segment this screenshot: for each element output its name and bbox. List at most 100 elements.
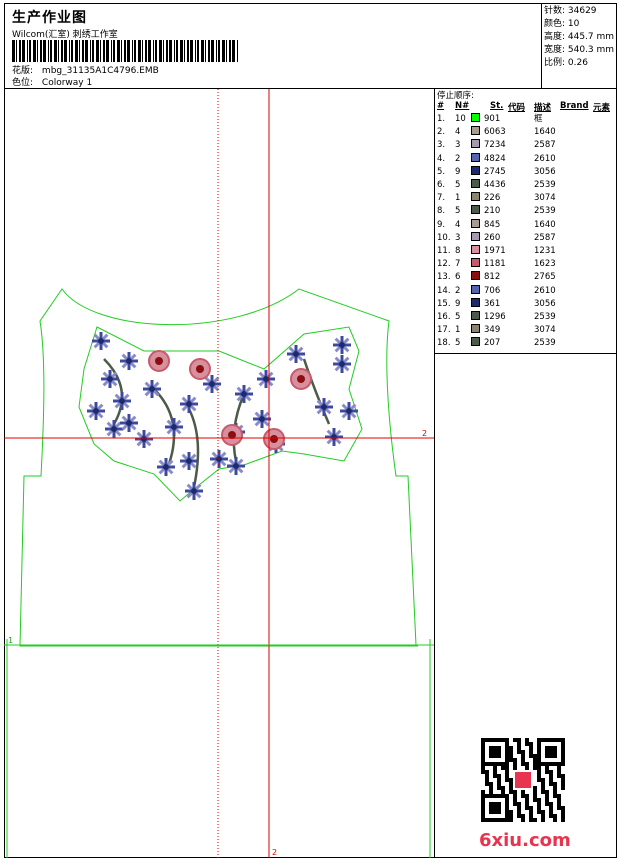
- embroidery-flower: [259, 416, 265, 422]
- table-row: 18. 5 207 2539: [435, 337, 617, 350]
- barcode-bar: [50, 40, 52, 62]
- row-index: 3.: [437, 140, 446, 151]
- color-swatch: [471, 152, 480, 162]
- row-desc: 2587: [534, 232, 556, 243]
- marker-right: 2: [422, 429, 427, 438]
- row-code: 210: [484, 206, 501, 217]
- row-code: 706: [484, 285, 501, 296]
- barcode-bar: [201, 40, 204, 62]
- table-row: 6. 5 4436 2539: [435, 179, 617, 192]
- barcode-bar: [148, 40, 151, 62]
- table-row: 16. 5 1296 2539: [435, 311, 617, 324]
- barcode-bar: [190, 40, 193, 62]
- barcode-bar: [124, 40, 126, 62]
- row-needle: 5: [455, 338, 461, 349]
- barcode-bar: [103, 40, 105, 62]
- row-needle: 6: [455, 272, 461, 283]
- barcode-bar: [58, 40, 59, 62]
- row-index: 8.: [437, 206, 446, 217]
- color-swatch: [471, 284, 480, 294]
- row-code: 2745: [484, 166, 506, 177]
- color-swatch: [471, 192, 480, 202]
- barcode-bar: [40, 40, 42, 62]
- row-desc: 1623: [534, 259, 556, 270]
- row-code: 1971: [484, 246, 506, 256]
- barcode-bar: [27, 40, 28, 62]
- table-row: 7. 1 226 3074: [435, 192, 617, 205]
- barcode-bar: [134, 40, 136, 62]
- embroidery-flower: [141, 436, 147, 442]
- row-needle: 1: [455, 193, 461, 204]
- barcode: [12, 40, 238, 62]
- row-needle: 4: [455, 219, 461, 230]
- barcode-bar: [22, 40, 25, 62]
- row-index: 1.: [437, 114, 446, 124]
- embroidery-flower: [111, 426, 117, 432]
- color-swatch: [471, 126, 480, 136]
- barcode-bar: [145, 40, 147, 62]
- barcode-bar: [79, 40, 80, 62]
- barcode-bar: [127, 40, 130, 62]
- design-width: 宽度: 540.3 mm: [544, 45, 615, 55]
- colorway-row: 色位: Colorway 1: [12, 75, 92, 88]
- barcode-bar: [226, 40, 227, 62]
- row-desc: 1640: [534, 127, 556, 138]
- row-code: 6063: [484, 127, 506, 138]
- colorway-value: Colorway 1: [41, 78, 93, 88]
- header: 生产作业图 Wilcom(汇室) 刺绣工作室 花版: mbg_31135A1C4…: [4, 3, 617, 89]
- embroidery-flower: [163, 464, 169, 470]
- barcode-bar: [61, 40, 63, 62]
- col-header-brand: Brand: [560, 101, 589, 111]
- col-header-element: 元素: [593, 103, 611, 113]
- row-needle: 3: [455, 140, 461, 151]
- barcode-bar: [85, 40, 88, 62]
- embroidery-flower: [126, 420, 132, 426]
- row-desc: 2587: [534, 140, 556, 151]
- table-row: 3. 3 7234 2587: [435, 139, 617, 152]
- row-code: 361: [484, 298, 501, 309]
- marker-left: 1: [8, 636, 13, 645]
- col-header-stop: St.: [490, 101, 504, 111]
- embroidery-flower: [98, 338, 104, 344]
- table-row: 14. 2 706 2610: [435, 284, 617, 298]
- row-code: 207: [484, 338, 501, 349]
- embroidery-boundary: [78, 326, 363, 502]
- stop-sequence-label: 停止顺序:: [437, 91, 474, 101]
- marker-bottom: 2: [272, 848, 277, 857]
- barcode-bar: [176, 40, 178, 62]
- barcode-bar: [111, 40, 112, 62]
- table-row: 15. 9 361 3056: [435, 297, 617, 311]
- table-bottom-rule: [435, 353, 617, 354]
- embroidery-flower: [241, 391, 247, 397]
- row-needle: 5: [455, 312, 461, 322]
- color-swatch: [471, 271, 480, 281]
- col-header-code: 代码: [508, 103, 526, 113]
- barcode-bar: [237, 40, 238, 62]
- col-header-desc: 描述: [534, 103, 552, 113]
- table-row: 5. 9 2745 3056: [435, 165, 617, 179]
- embroidery-flower: [209, 381, 215, 387]
- table-row: 8. 5 210 2539: [435, 205, 617, 218]
- barcode-bar: [208, 40, 210, 62]
- qr-code: [481, 738, 565, 822]
- barcode-bar: [187, 40, 189, 62]
- design-height: 高度: 445.7 mm: [544, 32, 615, 42]
- design-preview: 2 2 1: [4, 89, 434, 858]
- barcode-bar: [54, 40, 57, 62]
- table-row: 11. 8 1971 1231: [435, 245, 617, 258]
- barcode-bar: [163, 40, 164, 62]
- row-needle: 9: [455, 166, 461, 177]
- embroidery-flower: [186, 458, 192, 464]
- table-row: 17. 1 349 3074: [435, 324, 617, 337]
- embroidery-flower: [346, 408, 352, 414]
- barcode-bar: [195, 40, 196, 62]
- row-desc: 2539: [534, 180, 556, 190]
- row-index: 14.: [437, 285, 451, 296]
- table-row: 1. 10 901 框: [435, 113, 617, 126]
- embroidery-flower: [216, 456, 222, 462]
- watermark-logo: 6xiu.com: [479, 830, 571, 851]
- barcode-bar: [205, 40, 206, 62]
- color-swatch: [471, 245, 480, 254]
- barcode-bar: [64, 40, 67, 62]
- barcode-bar: [138, 40, 141, 62]
